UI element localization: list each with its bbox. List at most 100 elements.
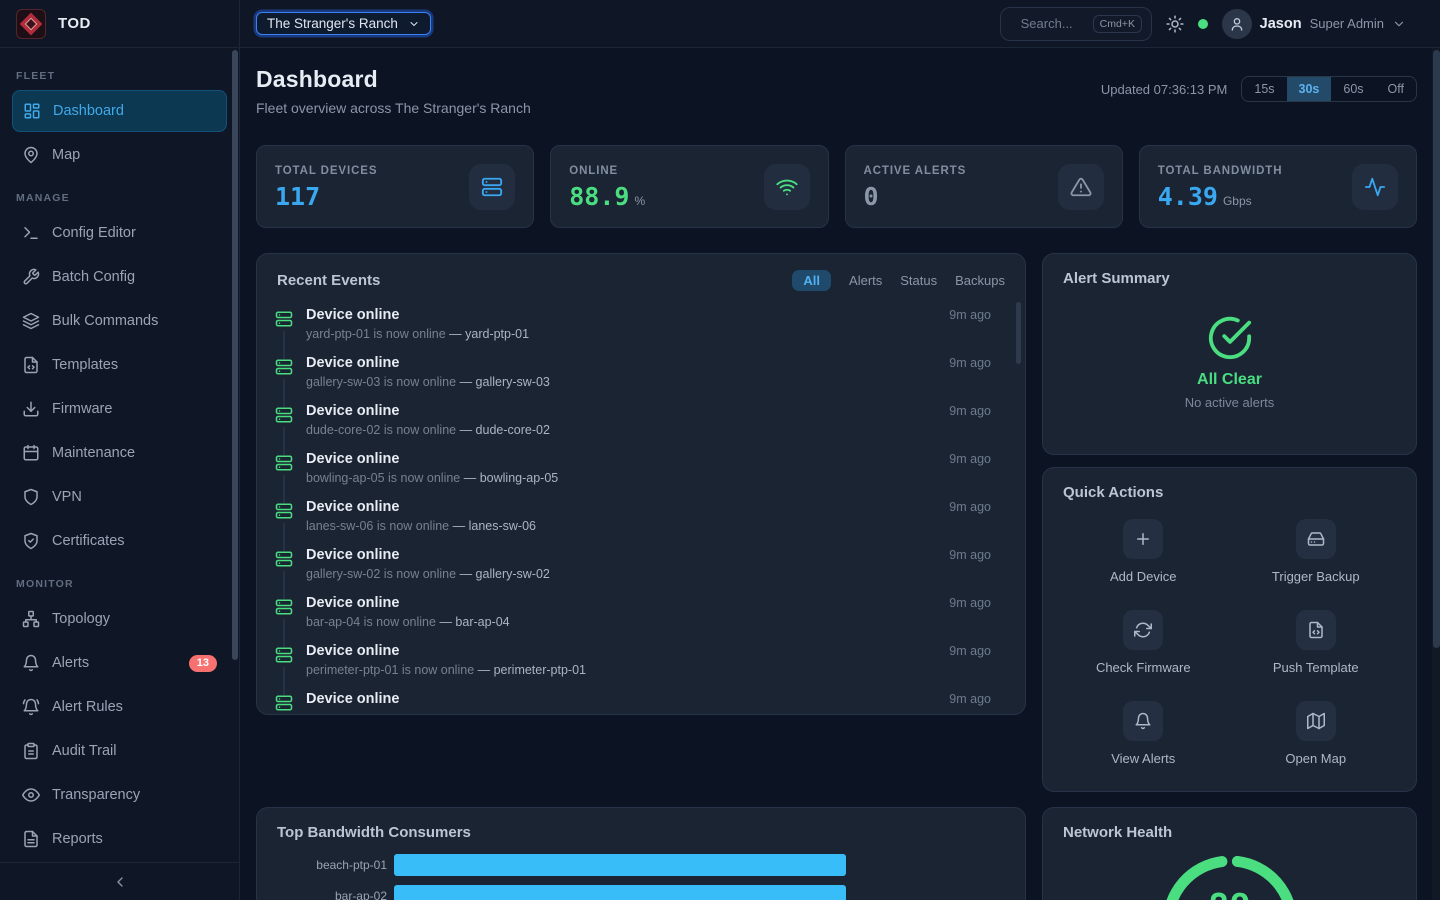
event-time: 9m ago bbox=[949, 356, 1005, 370]
app-name: TOD bbox=[58, 15, 91, 32]
sidebar-item-batch-config[interactable]: Batch Config bbox=[12, 256, 227, 298]
topbar: TOD The Stranger's Ranch Cmd+K Jason Sup… bbox=[0, 0, 1440, 48]
server-icon bbox=[275, 502, 293, 520]
bar-label: beach-ptp-01 bbox=[277, 858, 387, 872]
event-title: Device online bbox=[306, 403, 399, 419]
sidebar-item-topology[interactable]: Topology bbox=[12, 598, 227, 640]
event-time: 9m ago bbox=[949, 500, 1005, 514]
event-device-ref: — bowling-ap-05 bbox=[464, 471, 559, 485]
event-title: Device online bbox=[306, 595, 399, 611]
sidebar-item-label: Reports bbox=[52, 831, 103, 847]
interval-15s[interactable]: 15s bbox=[1242, 77, 1286, 101]
event-row[interactable]: Device online 9m ago yard-ptp-01 is now o… bbox=[257, 301, 1025, 349]
sidebar-item-certificates[interactable]: Certificates bbox=[12, 520, 227, 562]
server-icon bbox=[275, 406, 293, 424]
stat-value: 117 bbox=[275, 182, 320, 211]
stat-unit: % bbox=[634, 194, 645, 208]
stat-unit: Gbps bbox=[1223, 194, 1252, 208]
sidebar-item-vpn[interactable]: VPN bbox=[12, 476, 227, 518]
event-filter-tabs: All Alerts Status Backups bbox=[792, 270, 1005, 291]
stat-value: 88.9 bbox=[569, 182, 629, 211]
search-input[interactable] bbox=[1021, 16, 1085, 31]
event-title: Device online bbox=[306, 355, 399, 371]
open-map-button[interactable]: Open Map bbox=[1236, 701, 1397, 766]
stat-label: TOTAL DEVICES bbox=[275, 165, 377, 177]
network-health-panel: Network Health 89 bbox=[1042, 807, 1417, 900]
event-time: 9m ago bbox=[949, 644, 1005, 658]
chevron-down-icon bbox=[1392, 17, 1406, 31]
sidebar-item-audit-trail[interactable]: Audit Trail bbox=[12, 730, 227, 772]
sidebar-item-label: Bulk Commands bbox=[52, 313, 158, 329]
sidebar-item-label: Certificates bbox=[52, 533, 125, 549]
event-row[interactable]: Device online9m ago bbox=[257, 685, 1025, 715]
event-device-ref: — gallery-sw-03 bbox=[460, 375, 550, 389]
search-box[interactable]: Cmd+K bbox=[1000, 7, 1152, 41]
event-row[interactable]: Device online9m ago gallery-sw-02 is now… bbox=[257, 541, 1025, 589]
event-time: 9m ago bbox=[949, 404, 1005, 418]
main-content: Dashboard Fleet overview across The Stra… bbox=[240, 48, 1440, 900]
sidebar-item-templates[interactable]: Templates bbox=[12, 344, 227, 386]
event-time: 9m ago bbox=[949, 308, 1005, 322]
page-scrollbar[interactable] bbox=[1433, 50, 1440, 648]
event-row[interactable]: Device online9m ago bowling-ap-05 is now… bbox=[257, 445, 1025, 493]
event-row[interactable]: Device online 9m ago dude-core-02 is now … bbox=[257, 397, 1025, 445]
theme-toggle-button[interactable] bbox=[1166, 15, 1184, 33]
event-list: Device online9m ago yard-ptp-01 is now o… bbox=[257, 301, 1025, 715]
interval-30s[interactable]: 30s bbox=[1287, 77, 1332, 101]
tab-backups[interactable]: Backups bbox=[955, 273, 1005, 288]
event-title: Device online bbox=[306, 307, 399, 323]
event-message: dude-core-02 is now online bbox=[306, 423, 456, 437]
sidebar-item-config-editor[interactable]: Config Editor bbox=[12, 212, 227, 254]
event-row[interactable]: Device online9m ago gallery-sw-03 is now… bbox=[257, 349, 1025, 397]
sidebar-item-alert-rules[interactable]: Alert Rules bbox=[12, 686, 227, 728]
sidebar-item-label: Topology bbox=[52, 611, 110, 627]
interval-off[interactable]: Off bbox=[1376, 77, 1416, 101]
sidebar-item-maintenance[interactable]: Maintenance bbox=[12, 432, 227, 474]
server-icon bbox=[275, 598, 293, 616]
sidebar-collapse-button[interactable] bbox=[0, 862, 239, 900]
stat-card-active-alerts: ACTIVE ALERTS 0 bbox=[845, 145, 1123, 228]
user-menu[interactable]: Jason Super Admin bbox=[1222, 9, 1424, 39]
sidebar-item-transparency[interactable]: Transparency bbox=[12, 774, 227, 816]
bandwidth-title: Top Bandwidth Consumers bbox=[277, 824, 1005, 841]
view-alerts-button[interactable]: View Alerts bbox=[1063, 701, 1224, 766]
fleet-selector[interactable]: The Stranger's Ranch bbox=[256, 12, 431, 35]
add-device-button[interactable]: Add Device bbox=[1063, 519, 1224, 584]
alert-summary-status: All Clear bbox=[1197, 371, 1262, 389]
check-firmware-button[interactable]: Check Firmware bbox=[1063, 610, 1224, 675]
tab-alerts[interactable]: Alerts bbox=[849, 273, 882, 288]
action-label: Check Firmware bbox=[1096, 660, 1191, 675]
top-bandwidth-panel: Top Bandwidth Consumers beach-ptp-01 bar… bbox=[256, 807, 1026, 900]
sidebar-item-label: Maintenance bbox=[52, 445, 135, 461]
activity-icon bbox=[1364, 176, 1386, 198]
tab-all[interactable]: All bbox=[792, 270, 831, 291]
sidebar-item-dashboard[interactable]: Dashboard bbox=[12, 90, 227, 132]
events-scrollbar[interactable] bbox=[1016, 302, 1021, 364]
event-row[interactable]: Device online9m ago lanes-sw-06 is now o… bbox=[257, 493, 1025, 541]
wrench-icon bbox=[22, 268, 40, 286]
sidebar-scrollbar[interactable] bbox=[232, 50, 238, 660]
brand: TOD bbox=[0, 0, 240, 47]
bandwidth-row: beach-ptp-01 bbox=[277, 854, 1005, 876]
event-time: 9m ago bbox=[949, 596, 1005, 610]
sidebar-item-reports[interactable]: Reports bbox=[12, 818, 227, 860]
interval-60s[interactable]: 60s bbox=[1331, 77, 1375, 101]
sidebar: FLEET Dashboard Map MANAGE Config Editor… bbox=[0, 48, 240, 900]
event-message: yard-ptp-01 is now online bbox=[306, 327, 446, 341]
server-icon bbox=[275, 358, 293, 376]
event-title: Device online bbox=[306, 547, 399, 563]
event-row[interactable]: Device online9m ago bar-ap-04 is now onl… bbox=[257, 589, 1025, 637]
sidebar-item-firmware[interactable]: Firmware bbox=[12, 388, 227, 430]
event-row[interactable]: Device online9m ago perimeter-ptp-01 is … bbox=[257, 637, 1025, 685]
event-time: 9m ago bbox=[949, 548, 1005, 562]
sidebar-item-bulk-commands[interactable]: Bulk Commands bbox=[12, 300, 227, 342]
tab-status[interactable]: Status bbox=[900, 273, 937, 288]
trigger-backup-button[interactable]: Trigger Backup bbox=[1236, 519, 1397, 584]
layers-icon bbox=[22, 312, 40, 330]
event-message: perimeter-ptp-01 is now online bbox=[306, 663, 474, 677]
file-text-icon bbox=[22, 830, 40, 848]
sidebar-item-alerts[interactable]: Alerts 13 bbox=[12, 642, 227, 684]
sidebar-item-map[interactable]: Map bbox=[12, 134, 227, 176]
sidebar-nav: FLEET Dashboard Map MANAGE Config Editor… bbox=[0, 48, 239, 862]
push-template-button[interactable]: Push Template bbox=[1236, 610, 1397, 675]
